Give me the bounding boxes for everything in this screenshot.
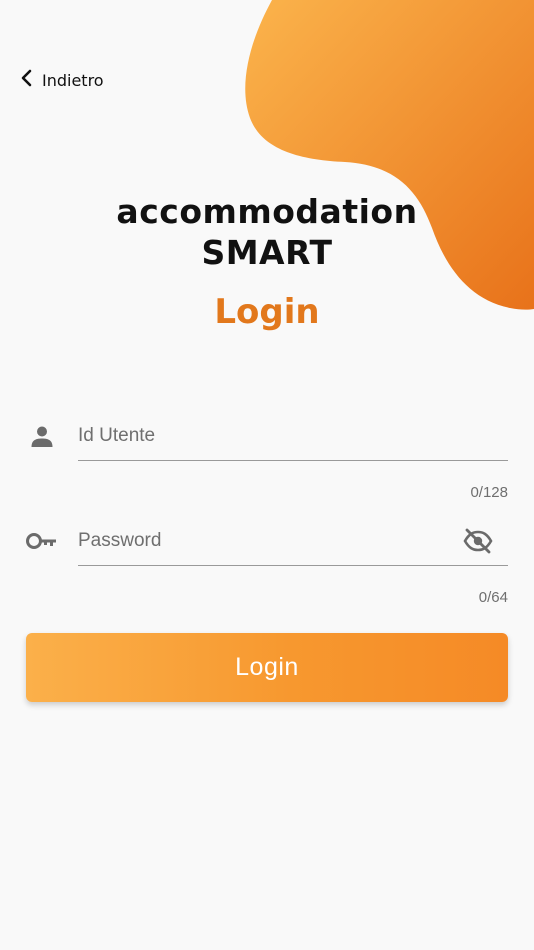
app-title-line1: accommodation [116, 192, 418, 231]
user-id-field-group: 0/128 [26, 412, 508, 512]
person-icon [26, 420, 58, 452]
back-button[interactable]: Indietro [20, 68, 104, 92]
chevron-left-icon [20, 69, 34, 92]
password-input[interactable] [78, 517, 508, 566]
user-id-input[interactable] [78, 412, 508, 461]
password-field-group: 0/64 [26, 517, 508, 617]
login-button[interactable]: Login [26, 633, 508, 702]
app-title: accommodation SMART [0, 191, 534, 273]
user-id-counter: 0/128 [470, 484, 508, 501]
page-title: Login [214, 292, 320, 332]
decorative-blob [245, 0, 534, 310]
key-icon [26, 525, 58, 557]
back-label: Indietro [42, 70, 104, 90]
eye-off-icon[interactable] [462, 525, 494, 557]
app-title-line2: SMART [201, 233, 333, 272]
password-counter: 0/64 [478, 589, 508, 606]
